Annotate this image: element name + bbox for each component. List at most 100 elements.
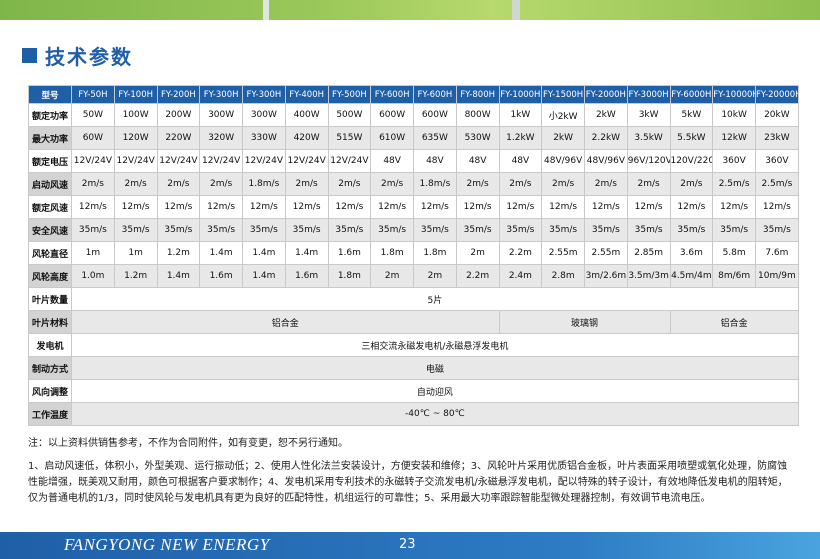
table-cell: 1.2m (113, 264, 158, 288)
table-cell: 1kW (498, 103, 543, 127)
brake-value: 电磁 (71, 356, 799, 380)
table-cell: 35m/s (71, 218, 115, 242)
blade-count-value: 5片 (71, 287, 799, 311)
model-cell: FY-1500H (541, 85, 585, 104)
table-cell: 220W (156, 126, 201, 150)
table-cell: 35m/s (498, 218, 543, 242)
table-cell: 1.8m (327, 264, 372, 288)
row-label: 风轮高度 (28, 264, 72, 288)
table-cell: 5.8m (712, 241, 756, 265)
table-cell: 2m (413, 264, 457, 288)
table-cell: 2m/s (327, 172, 372, 196)
model-cell: FY-10000H (712, 85, 756, 104)
model-cell: FY-600H (370, 85, 414, 104)
table-cell: 320W (199, 126, 243, 150)
table-cell: 200W (156, 103, 201, 127)
table-cell: 12m/s (455, 195, 500, 219)
table-cell: 120V/220V (669, 149, 714, 173)
row-label: 工作温度 (28, 402, 72, 426)
table-cell: 50W (71, 103, 115, 127)
table-row: 风轮高度 1.0m 1.2m 1.4m 1.6m 1.4m 1.6m 1.8m 2m 2m 2.2m… (28, 264, 799, 288)
table-cell: 600W (413, 103, 457, 127)
table-cell: 12m/s (113, 195, 158, 219)
table-cell: 3.5kW (626, 126, 671, 150)
model-cell: FY-100H (113, 85, 158, 104)
table-cell: 48V (370, 149, 414, 173)
disclaimer-note: 注：以上资料供销售参考，不作为合同附件，如有变更，恕不另行通知。 (28, 438, 348, 449)
table-cell: 23kW (755, 126, 799, 150)
table-cell: 1.2kW (498, 126, 543, 150)
table-cell: 12V/24V (156, 149, 201, 173)
model-cell: FY-300H (242, 85, 286, 104)
table-cell: 12m/s (199, 195, 243, 219)
table-cell: 12m/s (370, 195, 414, 219)
table-cell: 1.8m (413, 241, 457, 265)
yaw-value: 自动迎风 (71, 379, 799, 403)
table-cell: 515W (327, 126, 372, 150)
model-cell: FY-50H (71, 85, 115, 104)
blade-material-aluminum: 铝合金 (669, 310, 799, 334)
banner-pole (512, 0, 520, 20)
table-cell: 2kW (584, 103, 628, 127)
table-cell: 35m/s (370, 218, 414, 242)
table-cell: 8m/6m (712, 264, 756, 288)
table-cell: 35m/s (755, 218, 799, 242)
table-cell: 小2kW (541, 103, 585, 127)
table-cell: 2m (370, 264, 414, 288)
table-cell: 12m/s (413, 195, 457, 219)
table-cell: 35m/s (541, 218, 585, 242)
table-cell: 12m/s (242, 195, 286, 219)
table-cell: 2m/s (498, 172, 543, 196)
table-cell: 1.4m (156, 264, 201, 288)
table-cell: 35m/s (284, 218, 329, 242)
table-row: 额定风速 12m/s 12m/s 12m/s 12m/s 12m/s 12m/s 12m/s 1… (28, 195, 799, 219)
table-row: 最大功率 60W 120W 220W 320W 330W 420W 515W 610W 635W 5… (28, 126, 799, 150)
table-cell: 3.6m (669, 241, 714, 265)
header-label: 型号 (28, 85, 72, 104)
table-cell: 2m/s (626, 172, 671, 196)
blade-material-fiberglass: 玻璃钢 (498, 310, 671, 334)
table-cell: 1m (113, 241, 158, 265)
table-cell: 1.6m (327, 241, 372, 265)
table-cell: 35m/s (327, 218, 372, 242)
table-cell: 35m/s (455, 218, 500, 242)
table-cell: 300W (199, 103, 243, 127)
model-cell: FY-600H (413, 85, 457, 104)
table-row: 额定功率 50W 100W 200W 300W 300W 400W 500W 600W 600W 8… (28, 103, 799, 127)
table-cell: 360V (712, 149, 756, 173)
model-cell: FY-400H (284, 85, 329, 104)
table-cell: 12m/s (669, 195, 714, 219)
table-cell: 530W (455, 126, 500, 150)
table-row: 启动风速 2m/s 2m/s 2m/s 2m/s 1.8m/s 2m/s 2m/s 2m/s 1.… (28, 172, 799, 196)
table-cell: 2.55m (584, 241, 628, 265)
table-cell: 2m/s (199, 172, 243, 196)
table-cell: 100W (113, 103, 158, 127)
features-paragraph: 1、启动风速低，体积小，外型美观、运行振动低；2、使用人性化法兰安装设计，方便安… (28, 461, 788, 504)
table-row: 额定电压 12V/24V 12V/24V 12V/24V 12V/24V 12V/24V 1… (28, 149, 799, 173)
table-cell: 2m/s (455, 172, 500, 196)
table-cell: 2kW (541, 126, 585, 150)
table-header-row: 型号 FY-50H FY-100H FY-200H FY-300H FY-300… (28, 85, 799, 104)
row-label: 发电机 (28, 333, 72, 357)
table-cell: 10m/9m (755, 264, 799, 288)
table-cell: 600W (370, 103, 414, 127)
table-cell: 800W (455, 103, 500, 127)
model-cell: FY-3000H (626, 85, 671, 104)
model-cell: FY-500H (327, 85, 372, 104)
table-cell: 12kW (712, 126, 756, 150)
table-cell: 2m (455, 241, 500, 265)
table-cell: 400W (284, 103, 329, 127)
table-cell: 10kW (712, 103, 756, 127)
table-cell: 35m/s (584, 218, 628, 242)
table-cell: 35m/s (626, 218, 671, 242)
table-cell: 48V (498, 149, 543, 173)
table-cell: 35m/s (199, 218, 243, 242)
table-cell: 12m/s (498, 195, 543, 219)
model-cell: FY-1000H (498, 85, 543, 104)
table-cell: 2m/s (370, 172, 414, 196)
table-cell: 12V/24V (71, 149, 115, 173)
generator-value: 三相交流永磁发电机/永磁悬浮发电机 (71, 333, 799, 357)
table-row-blade-material: 叶片材料 铝合金 玻璃钢 铝合金 (28, 310, 799, 334)
table-cell: 35m/s (712, 218, 756, 242)
table-cell: 12m/s (327, 195, 372, 219)
